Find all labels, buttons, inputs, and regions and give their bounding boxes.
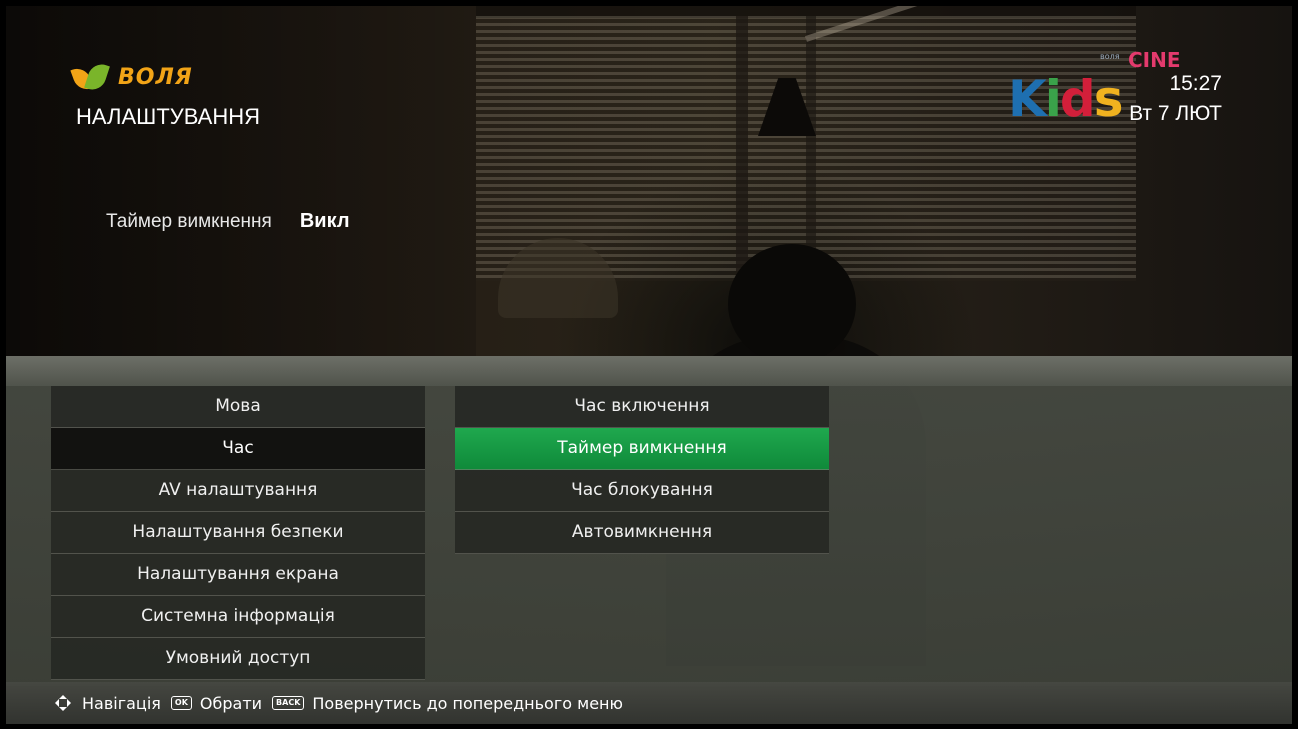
footer-help-bar: Навігація OK Обрати BACK Повернутись до … [6,682,1292,724]
clock-time: 15:27 [1169,72,1222,95]
channel-logo-small: воля [1100,52,1120,61]
video-window-frame [806,16,816,281]
ok-key-icon: OK [170,696,192,710]
footer-back-label: Повернутись до попереднього меню [312,693,623,713]
submenu-item-sleep-timer[interactable]: Таймер вимкнення [455,428,829,470]
category-item-system-info[interactable]: Системна інформація [51,596,425,638]
submenu-item-lock-time[interactable]: Час блокування [455,470,829,512]
menu-topbar [6,356,1292,386]
submenu-item-power-on-time[interactable]: Час включення [455,386,829,428]
channel-logo-sub: CINE [1128,48,1181,72]
tv-screen: ВОЛЯ НАЛАШТУВАННЯ Таймер вимкнення Викл … [6,6,1292,724]
current-setting-value: Викл [299,210,350,232]
category-item-conditional-access[interactable]: Умовний доступ [51,638,425,680]
submenu-list: Час включення Таймер вимкнення Час блоку… [455,386,829,554]
clock: 15:27 Вт 7 ЛЮТ [1129,72,1222,126]
category-item-screen-settings[interactable]: Налаштування екрана [51,554,425,596]
brand-name: ВОЛЯ [118,64,193,90]
category-item-security-settings[interactable]: Налаштування безпеки [51,512,425,554]
video-shadow [6,6,476,356]
footer-ok-label: Обрати [199,693,263,713]
video-silhouette-head [728,244,856,364]
category-item-language[interactable]: Мова [51,386,425,428]
footer-nav-label: Навігація [82,693,161,713]
current-setting: Таймер вимкнення Викл [106,210,350,233]
video-window-frame [736,16,748,281]
page-title: НАЛАШТУВАННЯ [76,104,261,129]
back-key-icon: BACK [272,696,305,710]
clock-date: Вт 7 ЛЮТ [1129,102,1222,125]
brand-leaf-icon [70,60,112,94]
category-item-av-settings[interactable]: AV налаштування [51,470,425,512]
category-list: Мова Час AV налаштування Налаштування бе… [51,386,425,680]
submenu-item-auto-power-off[interactable]: Автовимкнення [455,512,829,554]
dpad-icon [54,694,72,712]
channel-logo-main: Kids [1008,70,1123,128]
category-item-time[interactable]: Час [51,428,425,470]
brand-logo: ВОЛЯ [70,60,193,94]
current-setting-label: Таймер вимкнення [106,211,272,232]
